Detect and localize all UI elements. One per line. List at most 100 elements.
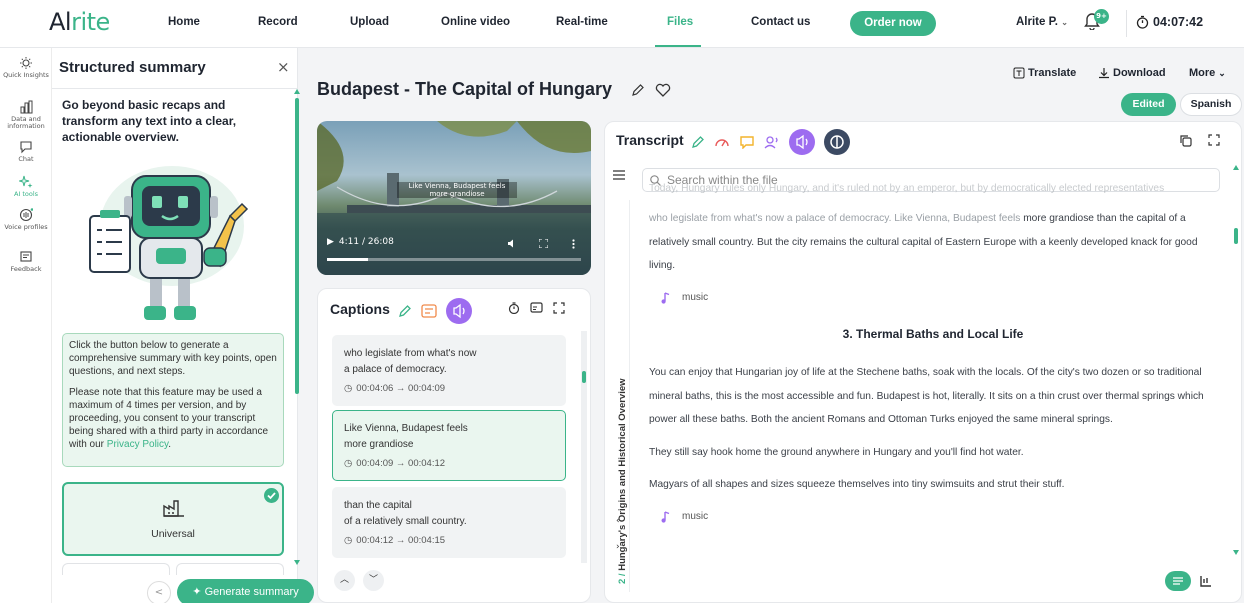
fullscreen-icon[interactable]: [539, 239, 548, 248]
ai-assistant-icon[interactable]: [824, 129, 850, 155]
voice-over-icon[interactable]: [789, 129, 815, 155]
pencil-icon[interactable]: [631, 83, 645, 97]
voice-profile-icon: [19, 208, 33, 222]
caption-item-active[interactable]: Like Vienna, Budapest feels more grandio…: [332, 410, 566, 481]
rail-chat[interactable]: Chat: [0, 140, 52, 163]
video-time: 4:11 / 26:08: [338, 237, 394, 247]
logo-text-2: rite: [71, 8, 110, 36]
rail-data-information[interactable]: Data and information: [0, 100, 52, 130]
music-label: music: [682, 292, 709, 304]
hamburger-menu-icon[interactable]: [613, 170, 625, 180]
copy-icon[interactable]: [1179, 134, 1192, 147]
chevron-left-icon[interactable]: ‹: [616, 516, 620, 526]
caption-text: a palace of democracy.: [344, 364, 447, 375]
transcript-paragraph-faded: Today, Hungary rules only Hungary, and i…: [649, 183, 1165, 194]
captions-scrollbar[interactable]: [581, 331, 587, 563]
play-icon[interactable]: ▶: [327, 237, 334, 247]
info-paragraph-2: Please note that this feature may be use…: [69, 386, 277, 452]
chevron-up-icon[interactable]: ︿: [334, 570, 355, 591]
fullscreen-icon[interactable]: [1208, 134, 1220, 146]
comment-icon[interactable]: [739, 135, 755, 149]
structured-summary-panel: Structured summary × Go beyond basic rec…: [52, 48, 314, 603]
logo-text-1: Al: [49, 8, 72, 36]
more-vertical-icon[interactable]: [572, 239, 575, 249]
caption-time: ◷ 00:04:12 → 00:04:15: [344, 533, 554, 549]
video-subtitle: Like Vienna, Budapest feels more grandios…: [397, 182, 517, 198]
subtitle-style-icon[interactable]: [421, 304, 437, 318]
transcript-paragraph[interactable]: You can enjoy that Hungarian joy of life…: [649, 361, 1217, 432]
user-menu[interactable]: Alrite P. ⌄: [1016, 16, 1068, 28]
pencil-icon[interactable]: [398, 304, 412, 318]
summary-scrollbar[interactable]: [294, 88, 300, 568]
speedometer-icon[interactable]: [714, 135, 730, 149]
nav-home[interactable]: Home: [168, 16, 200, 28]
chevron-down-icon[interactable]: ﹀: [363, 570, 384, 591]
nav-real-time[interactable]: Real-time: [556, 16, 608, 28]
video-progress-bar[interactable]: [327, 258, 581, 261]
file-title: Budapest - The Capital of Hungary: [317, 79, 613, 99]
subtitle-line: Like Vienna, Budapest feels: [408, 182, 506, 190]
transcript-paragraph[interactable]: Magyars of all shapes and sizes squeeze …: [649, 473, 1217, 497]
caption-item[interactable]: than the capital of a relatively small c…: [332, 487, 566, 558]
summary-option-universal[interactable]: Universal: [62, 482, 284, 556]
rail-quick-insights[interactable]: Quick Insights: [0, 56, 52, 79]
speaker-identify-icon[interactable]: [764, 135, 780, 149]
notification-badge: 9+: [1094, 9, 1109, 24]
transcript-text-played: who legislate from what's now a palace o…: [649, 213, 1024, 224]
section-outline-tab[interactable]: 2 / Hungary's Origins and Historical Ove…: [606, 200, 630, 592]
nav-files[interactable]: Files: [667, 16, 693, 28]
nav-upload[interactable]: Upload: [350, 16, 389, 28]
transcript-scrollbar[interactable]: [1233, 164, 1239, 558]
caption-settings-icon[interactable]: [530, 302, 543, 314]
active-nav-indicator: [655, 45, 701, 47]
fullscreen-icon[interactable]: [553, 302, 565, 314]
privacy-policy-link[interactable]: Privacy Policy: [107, 439, 169, 450]
transcript-paragraph[interactable]: who legislate from what's now a palace o…: [649, 207, 1217, 278]
previous-button[interactable]: <: [147, 581, 171, 603]
sparkle-icon: ✦: [192, 586, 202, 598]
rail-feedback[interactable]: Feedback: [0, 250, 52, 273]
alrite-logo[interactable]: Alrite: [49, 8, 110, 36]
nav-online-video[interactable]: Online video: [441, 16, 510, 28]
option-label: Universal: [151, 528, 195, 540]
rail-label: Chat: [18, 155, 34, 163]
download-button[interactable]: Download: [1098, 67, 1166, 79]
transcript-panel: Transcript Search within the file 2 / Hu…: [604, 121, 1242, 603]
chevron-right-icon[interactable]: ›: [616, 542, 620, 552]
voice-over-icon[interactable]: [446, 298, 472, 324]
button-label: Generate summary: [204, 586, 299, 598]
close-icon[interactable]: ×: [277, 58, 290, 76]
timer-icon[interactable]: [508, 302, 520, 314]
video-player[interactable]: Like Vienna, Budapest feels more grandios…: [317, 121, 591, 275]
order-now-button[interactable]: Order now: [850, 11, 936, 36]
caption-item[interactable]: who legislate from what's now a palace o…: [332, 335, 566, 406]
more-menu[interactable]: More ⌄: [1189, 67, 1226, 79]
progress-fill: [327, 258, 368, 261]
volume-icon[interactable]: [507, 239, 517, 248]
transcript-title: Transcript: [616, 132, 684, 148]
column-view-icon[interactable]: [1195, 571, 1217, 591]
heart-icon[interactable]: [655, 83, 671, 97]
pencil-icon[interactable]: [691, 135, 705, 149]
version-edited-button[interactable]: Edited: [1121, 93, 1176, 116]
rail-ai-tools[interactable]: AI tools: [0, 175, 52, 198]
generate-summary-button[interactable]: ✦ Generate summary: [177, 579, 314, 603]
nav-contact-us[interactable]: Contact us: [751, 16, 810, 28]
scroll-thumb[interactable]: [1234, 228, 1238, 244]
robot-illustration: [80, 156, 260, 326]
caption-timecode: 00:04:12 → 00:04:15: [356, 535, 446, 546]
rail-voice-profiles[interactable]: Voice profiles: [0, 208, 52, 231]
summary-option-card[interactable]: [176, 563, 284, 575]
text-view-button[interactable]: [1165, 571, 1191, 591]
nav-record[interactable]: Record: [258, 16, 298, 28]
summary-option-card[interactable]: [62, 563, 170, 575]
language-button[interactable]: Spanish: [1180, 93, 1242, 116]
info-paragraph-1: Click the button below to generate a com…: [69, 340, 277, 378]
music-label: music: [682, 511, 709, 523]
rail-label: Quick Insights: [3, 71, 49, 79]
check-icon: [264, 488, 279, 503]
scroll-thumb[interactable]: [582, 371, 586, 383]
caption-text: of a relatively small country.: [344, 516, 467, 527]
transcript-paragraph[interactable]: They still say hook home the ground anyw…: [649, 441, 1217, 465]
translate-button[interactable]: Translate: [1013, 67, 1076, 79]
